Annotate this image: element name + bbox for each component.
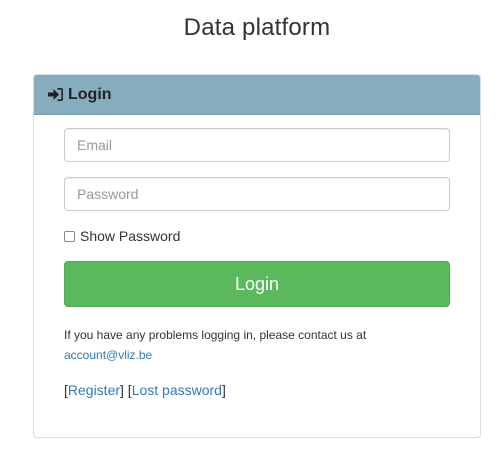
show-password-label: Show Password (80, 228, 181, 244)
help-message: If you have any problems logging in, ple… (64, 328, 367, 342)
show-password-checkbox[interactable] (64, 230, 75, 242)
help-text: If you have any problems logging in, ple… (64, 325, 450, 365)
account-links: [Register] [Lost password] (64, 382, 226, 398)
panel-heading-label: Login (68, 85, 112, 103)
password-field[interactable] (64, 177, 450, 211)
show-password-toggle[interactable]: Show Password (64, 228, 180, 244)
page-title: Data platform (183, 14, 331, 41)
email-field[interactable] (64, 128, 450, 162)
panel-heading: Login (34, 75, 480, 115)
register-link[interactable]: Register (68, 382, 120, 398)
sign-in-icon (48, 88, 63, 101)
lost-password-link[interactable]: Lost password (132, 382, 222, 398)
contact-email-link[interactable]: account@vliz.be (64, 348, 152, 362)
login-button[interactable]: Login (64, 261, 450, 307)
login-panel: Login Show Password Login If you have an… (33, 74, 481, 438)
